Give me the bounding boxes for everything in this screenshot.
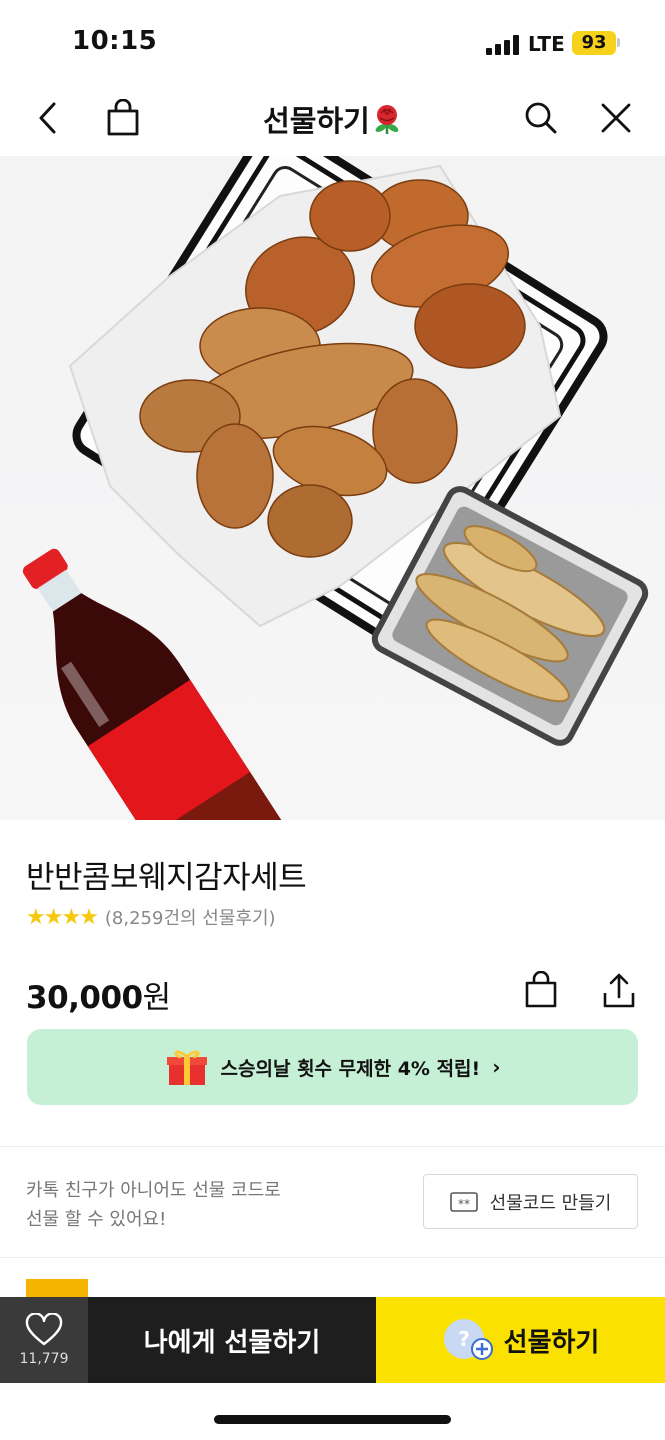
gift-code-description: 카톡 친구가 아니어도 선물 코드로 선물 할 수 있어요!: [26, 1176, 281, 1234]
product-name: 반반콤보웨지감자세트: [26, 860, 307, 896]
chevron-right-icon: ›: [492, 1055, 501, 1079]
price-amount: 30,000: [26, 980, 143, 1016]
status-time: 10:15: [72, 26, 158, 56]
shopping-bag-icon: [525, 971, 557, 1008]
svg-text:?: ?: [458, 1327, 470, 1351]
create-gift-code-label: 선물코드 만들기: [489, 1192, 612, 1214]
gift-box-icon: [166, 1050, 207, 1085]
close-icon: [601, 103, 631, 133]
gift-code-line1: 카톡 친구가 아니어도 선물 코드로: [26, 1180, 281, 1201]
page-title-text: 선물하기: [263, 104, 370, 138]
rating-row[interactable]: ★★★★ (8,259건의 선물후기): [26, 904, 276, 930]
search-icon: [525, 102, 557, 134]
share-icon: [603, 973, 635, 1008]
section-tab-marker: [26, 1279, 88, 1297]
product-price: 30,000원: [26, 972, 171, 1017]
review-count-link[interactable]: (8,259건의 선물후기): [105, 904, 276, 930]
wishlist-count: 11,779: [19, 1351, 69, 1367]
share-button[interactable]: [597, 968, 641, 1012]
svg-text:**: **: [458, 1197, 470, 1211]
battery-icon: 93: [572, 31, 616, 55]
star-rating: ★★★★: [26, 904, 99, 930]
gift-to-self-label: 나에게 선물하기: [143, 1327, 321, 1358]
price-unit: 원: [142, 980, 172, 1016]
promo-banner[interactable]: 스승의날 횟수 무제한 4% 적립! ›: [27, 1029, 638, 1105]
product-image[interactable]: [0, 156, 665, 820]
friend-select-icon: ?: [443, 1319, 493, 1360]
section-divider: [0, 1146, 665, 1147]
gift-code-line2: 선물 할 수 있어요!: [26, 1209, 167, 1230]
send-gift-button[interactable]: ? 선물하기: [376, 1297, 665, 1383]
create-gift-code-button[interactable]: ** 선물코드 만들기: [423, 1174, 638, 1229]
wishlist-button[interactable]: 11,779: [0, 1297, 88, 1383]
password-code-icon: **: [449, 1191, 478, 1212]
heart-icon: [25, 1313, 63, 1346]
signal-icon: [486, 35, 520, 55]
section-divider: [0, 1257, 665, 1258]
search-button[interactable]: [519, 96, 563, 140]
rose-icon: [372, 104, 402, 143]
battery-nub: [617, 38, 620, 47]
add-to-cart-button[interactable]: [519, 968, 563, 1012]
nav-bar: 선물하기: [0, 80, 665, 156]
bottom-action-bar: 11,779 나에게 선물하기 ? 선물하기: [0, 1297, 665, 1383]
page-title: 선물하기: [0, 98, 665, 143]
send-gift-label: 선물하기: [503, 1327, 600, 1358]
close-button[interactable]: [594, 96, 638, 140]
gift-to-self-button[interactable]: 나에게 선물하기: [88, 1297, 376, 1383]
network-label: LTE: [528, 32, 565, 56]
promo-text: 스승의날 횟수 무제한 4% 적립!: [220, 1057, 481, 1080]
product-photo-illustration: [22, 156, 649, 820]
home-indicator: [214, 1415, 451, 1424]
status-bar: 10:15 LTE 93: [0, 0, 665, 80]
